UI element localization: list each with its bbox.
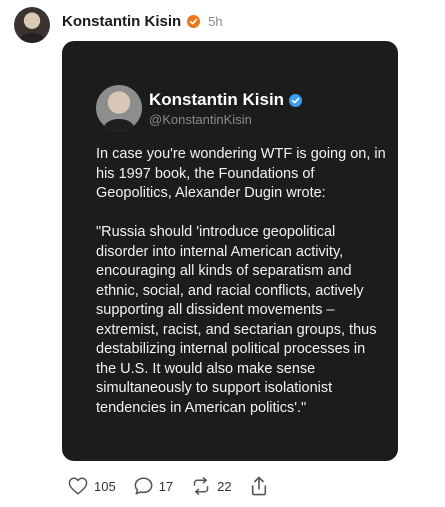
author-name[interactable]: Konstantin Kisin xyxy=(62,13,181,30)
reply-button[interactable]: 17 xyxy=(134,477,173,495)
card-post-text: In case you're wondering WTF is going on… xyxy=(96,146,386,416)
card-avatar xyxy=(96,85,142,131)
social-post: Konstantin Kisin 5h Konstantin Kisin @Ko… xyxy=(0,0,445,507)
verified-badge-icon xyxy=(187,14,201,28)
share-icon xyxy=(251,476,266,496)
card-name-row: Konstantin Kisin xyxy=(149,90,303,110)
author-avatar[interactable] xyxy=(14,7,50,43)
comment-icon xyxy=(134,477,153,495)
like-count: 105 xyxy=(94,478,116,494)
card-author-name: Konstantin Kisin xyxy=(149,90,285,109)
repost-count: 22 xyxy=(217,478,232,494)
share-button[interactable] xyxy=(250,476,268,496)
post-header: Konstantin Kisin 5h xyxy=(62,11,223,31)
repost-icon xyxy=(193,477,209,495)
like-button[interactable]: 105 xyxy=(68,477,116,495)
quoted-post-image[interactable]: Konstantin Kisin @KonstantinKisin In cas… xyxy=(62,41,398,461)
heart-icon xyxy=(68,477,88,495)
reply-count: 17 xyxy=(158,478,174,494)
post-timestamp: 5h xyxy=(208,13,223,29)
card-author-handle: @KonstantinKisin xyxy=(149,112,252,127)
card-verified-badge-icon xyxy=(289,93,303,107)
post-actions: 105 17 22 xyxy=(68,475,286,497)
repost-button[interactable]: 22 xyxy=(191,477,232,495)
